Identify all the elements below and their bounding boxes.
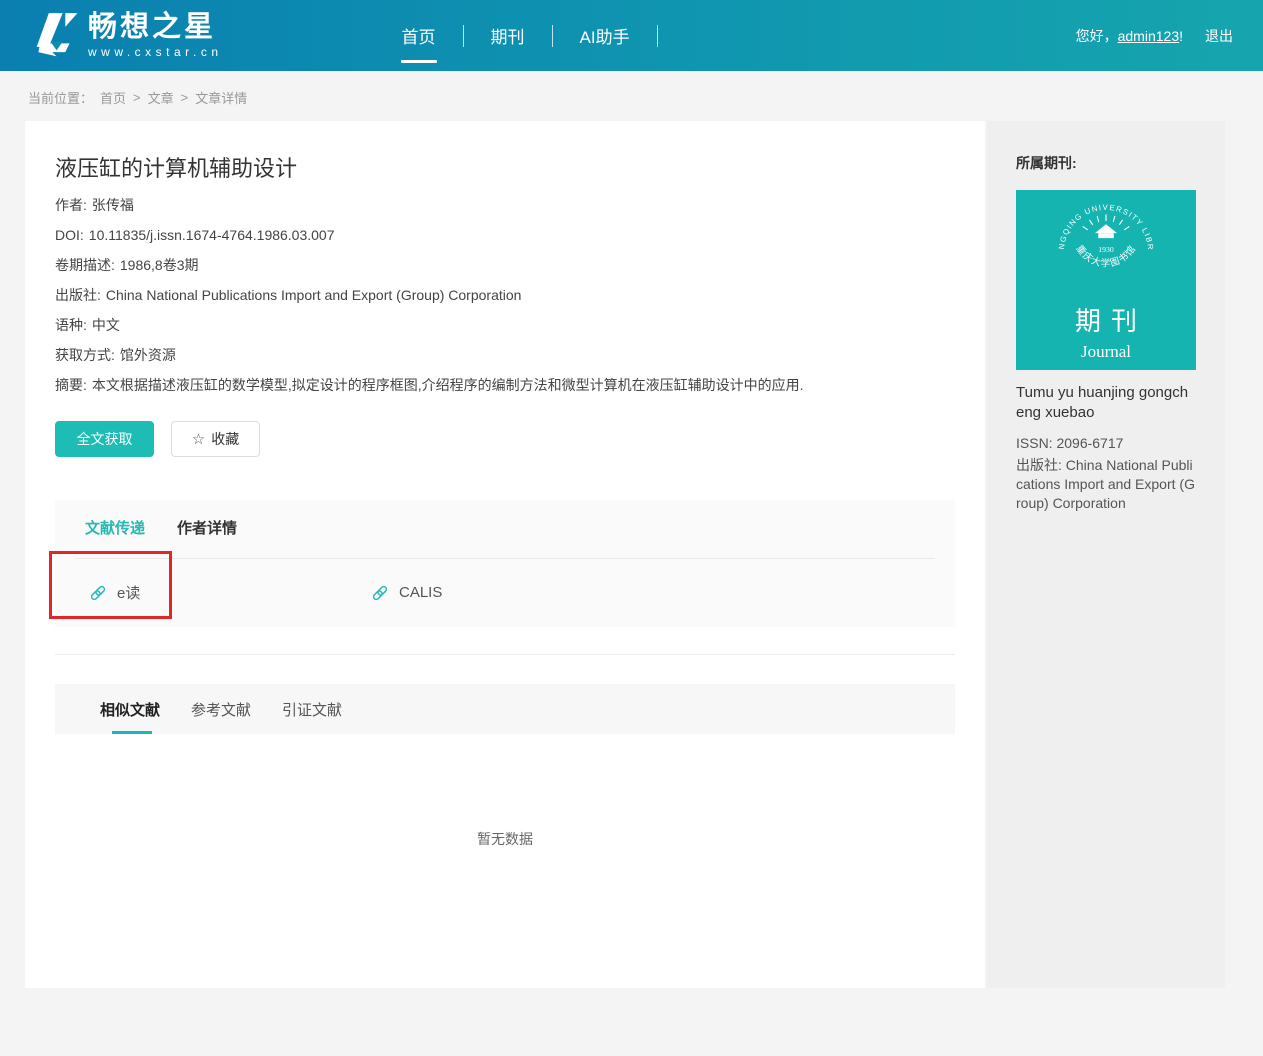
library-seal-icon: CHONGQING UNIVERSITY LIBRARY 1930 [1050,190,1162,299]
page-layout: 液压缸的计算机辅助设计 作者:张传福 DOI:10.11835/j.issn.1… [25,121,1263,988]
meta-abstract: 摘要:本文根据描述液压缸的数学模型,拟定设计的程序框图,介绍程序的编制方法和微型… [55,370,955,400]
active-tab-underline [112,731,152,734]
article-title: 液压缸的计算机辅助设计 [55,121,955,183]
nav-item-journals[interactable]: 期刊 [464,23,552,48]
cover-title-en: Journal [1081,342,1131,362]
logo-brand-text: 畅想之星 [88,12,223,42]
journal-publisher: 出版社: China National Publications Import … [1016,456,1196,513]
delivery-tabs: 文献传递 作者详情 [55,500,955,538]
fulltext-button[interactable]: 全文获取 [55,421,154,457]
section-divider [55,654,955,655]
article-detail-card: 液压缸的计算机辅助设计 作者:张传福 DOI:10.11835/j.issn.1… [25,121,985,988]
meta-doi: DOI:10.11835/j.issn.1674-4764.1986.03.00… [55,220,955,250]
collect-button[interactable]: ☆ 收藏 [171,421,260,457]
tab-similar-literature[interactable]: 相似文献 [100,699,160,720]
logout-button[interactable]: 退出 [1205,26,1233,46]
link-edu[interactable]: e读 [55,582,337,603]
username-link[interactable]: admin123 [1118,28,1180,44]
tab-document-delivery[interactable]: 文献传递 [85,517,145,538]
breadcrumb-separator: > [181,90,189,105]
document-delivery-section: 文献传递 作者详情 e读 [55,500,955,627]
top-header-bar: 畅想之星 www.cxstar.cn 首页 期刊 AI助手 您好， admin1… [0,0,1263,71]
breadcrumb: 当前位置： 首页 > 文章 > 文章详情 [0,71,1263,121]
article-meta: 作者:张传福 DOI:10.11835/j.issn.1674-4764.198… [55,190,955,400]
breadcrumb-label: 当前位置： [28,88,93,107]
logo-mark-icon [28,7,80,64]
meta-author: 作者:张传福 [55,190,955,220]
empty-state-text: 暂无数据 [55,829,955,849]
journal-issn: ISSN: 2096-6717 [1016,432,1196,454]
journal-name: Tumu yu huanjing gongcheng xuebao [1016,383,1196,423]
tab-references[interactable]: 参考文献 [191,699,251,720]
related-literature-tabs: 相似文献 参考文献 引证文献 [55,684,955,734]
breadcrumb-articles[interactable]: 文章 [148,88,174,107]
main-nav: 首页 期刊 AI助手 [375,23,658,48]
nav-item-home[interactable]: 首页 [375,23,463,48]
star-icon: ☆ [192,432,205,447]
breadcrumb-current: 文章详情 [195,88,247,107]
greeting-text: 您好， [1076,26,1118,46]
breadcrumb-separator: > [133,90,141,105]
tab-author-details[interactable]: 作者详情 [177,517,237,538]
nav-item-ai-assistant[interactable]: AI助手 [553,23,657,48]
journal-cover[interactable]: CHONGQING UNIVERSITY LIBRARY 1930 [1016,190,1196,370]
nav-separator [657,25,658,47]
meta-access-method: 获取方式:馆外资源 [55,340,955,370]
site-logo[interactable]: 畅想之星 www.cxstar.cn [28,7,223,64]
user-area: 您好， admin123 ! 退出 [1076,26,1233,46]
svg-text:CHONGQING UNIVERSITY LIBRARY: CHONGQING UNIVERSITY LIBRARY [1050,190,1155,251]
delivery-links-row: e读 CALIS [55,559,955,627]
action-buttons-row: 全文获取 ☆ 收藏 [55,421,955,457]
cover-title-cn: 期刊 [1065,301,1147,338]
logo-domain-text: www.cxstar.cn [88,45,223,59]
link-calis[interactable]: CALIS [337,582,619,603]
seal-year: 1930 [1098,245,1114,254]
meta-publisher: 出版社:China National Publications Import a… [55,280,955,310]
meta-volume-issue: 卷期描述:1986,8卷3期 [55,250,955,280]
tab-citations[interactable]: 引证文献 [282,699,342,720]
sidebar-heading: 所属期刊: [1016,121,1196,173]
breadcrumb-home[interactable]: 首页 [100,88,126,107]
journal-sidebar: 所属期刊: CHONGQING UNIVERSITY LIBRARY [987,121,1225,988]
chain-link-icon [88,583,108,603]
meta-language: 语种:中文 [55,310,955,340]
chain-link-icon [370,583,390,603]
greeting-excl: ! [1179,28,1183,44]
active-nav-underline [401,60,437,63]
